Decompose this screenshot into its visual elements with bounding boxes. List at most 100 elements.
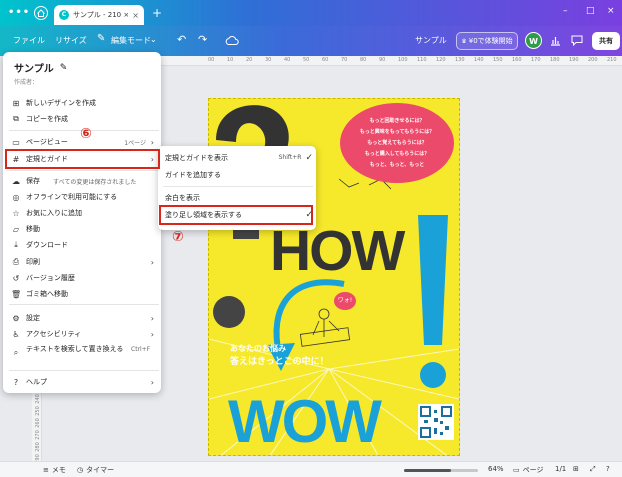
new-design-icon: ⊞ (12, 98, 20, 108)
folder-icon: ▱ (12, 224, 20, 234)
download-item[interactable]: ⤓ ダウンロード (11, 238, 156, 252)
print-label: 印刷 (26, 258, 40, 266)
cloud-check-icon: ☁ (12, 176, 20, 186)
submenu-divider (163, 186, 313, 187)
analytics-icon[interactable] (550, 35, 561, 46)
worry-line-1: あなたのお悩み (230, 344, 286, 353)
offline-item[interactable]: ◎ オフラインで利用可能にする (11, 190, 156, 204)
close-window-icon[interactable]: × (607, 6, 615, 16)
share-button[interactable]: 共有 (592, 32, 620, 50)
menu-divider (9, 170, 159, 171)
zoom-slider[interactable] (404, 469, 478, 472)
avatar[interactable]: W (525, 32, 542, 49)
timer-label: タイマー (86, 466, 115, 474)
copy-icon: ⧉ (13, 114, 19, 123)
ruler-tick-label: 90 (379, 57, 386, 63)
tab-close-icon[interactable]: × (132, 11, 139, 20)
ruler-top[interactable]: 00 10 20 30 40 50 60 70 80 90 100 110 120 130 140 150 16… (160, 56, 622, 66)
print-item[interactable]: ⎙ 印刷 › (11, 255, 156, 269)
memo-button[interactable]: ≡ メモ (43, 465, 66, 475)
bubble-line-3: もっと覚えてもらうには？ (367, 140, 427, 146)
free-trial-button[interactable]: ♛ ¥0で体験開始 (456, 32, 518, 50)
ruler-tick-label: 80 (360, 57, 367, 63)
menu-design-title[interactable]: サンプル ✎ (14, 60, 68, 76)
help-item[interactable]: ? ヘルプ › (11, 375, 156, 389)
wow-headline: WOW (228, 388, 382, 455)
move-label: 移動 (26, 225, 40, 233)
help-label: ヘルプ (26, 378, 47, 386)
save-label: 保存 (26, 177, 40, 185)
app-menu-dots-icon[interactable]: ••• (8, 7, 30, 18)
maximize-icon[interactable]: □ (586, 6, 595, 16)
chevron-down-icon: ⌄ (150, 35, 157, 44)
page-icon: ▭ (12, 137, 20, 147)
file-menu-button[interactable]: ファイル (13, 35, 45, 46)
ruler-tick-label: 240 (34, 394, 41, 404)
accessibility-item[interactable]: ♿ アクセシビリティ › (11, 327, 156, 341)
menu-divider (9, 370, 159, 371)
step-7-badge: ⑦ (172, 229, 184, 245)
settings-label: 設定 (26, 314, 40, 322)
new-design-item[interactable]: ⊞ 新しいデザインを作成 (11, 96, 156, 110)
favorite-item[interactable]: ☆ お気に入りに追加 (11, 206, 156, 220)
browser-titlebar: ••• C サンプル - 210 × 297... × + – □ × (0, 0, 622, 26)
design-name[interactable]: サンプル (415, 35, 447, 46)
memo-icon: ≡ (43, 466, 49, 474)
trash-item[interactable]: 🗑 ゴミ箱へ移動 (11, 287, 156, 301)
highlight-rulers-guides (5, 149, 160, 169)
chevron-right-icon: › (150, 329, 154, 339)
version-history-item[interactable]: ↺ バージョン履歴 (11, 271, 156, 285)
browser-tab[interactable]: C サンプル - 210 × 297... × (54, 5, 144, 25)
status-bar: ≡ メモ ◷ タイマー 64% ▭ ページ 1/1 ⊞ ⤢ ? (0, 461, 622, 477)
edit-mode-button[interactable]: 編集モード (111, 35, 151, 46)
gear-icon: ⚙ (12, 313, 20, 323)
grid-view-icon[interactable]: ⊞ (573, 465, 579, 473)
accessibility-label: アクセシビリティ (26, 330, 82, 338)
qr-code-icon (418, 404, 454, 440)
settings-item[interactable]: ⚙ 設定 › (11, 311, 156, 325)
ruler-tick-label: 270 (34, 430, 41, 440)
timer-button[interactable]: ◷ タイマー (77, 465, 114, 475)
bubble-line-2: もっと興味をもってもらうには？ (359, 129, 435, 135)
ruler-tick-label: 170 (531, 57, 541, 63)
canva-favicon-icon: C (59, 10, 69, 20)
resize-button[interactable]: リサイズ (55, 35, 87, 46)
chevron-right-icon: › (150, 257, 154, 267)
redo-icon[interactable]: ↷ (198, 33, 207, 46)
show-margins-item[interactable]: 余白を表示 (165, 191, 313, 204)
wao-badge: ワォ! (334, 292, 356, 310)
help-icon[interactable]: ? (606, 465, 610, 473)
show-rulers-label: 定規とガイドを表示 (165, 153, 228, 162)
zoom-level[interactable]: 64% (488, 465, 504, 473)
file-menu-panel: サンプル ✎ 作成者： ⊞ 新しいデザインを作成 ⧉ コピーを作成 ▭ ページビ… (3, 52, 161, 393)
design-title-text: サンプル (14, 64, 54, 75)
pencil-icon[interactable]: ✎ (60, 63, 68, 73)
ruler-tick-label: 100 (398, 57, 408, 63)
offline-label: オフラインで利用可能にする (26, 193, 118, 201)
make-copy-item[interactable]: ⧉ コピーを作成 (11, 112, 156, 126)
fullscreen-icon[interactable]: ⤢ (590, 465, 596, 474)
ruler-tick-label: 10 (227, 57, 234, 63)
minimize-icon[interactable]: – (563, 6, 568, 16)
move-item[interactable]: ▱ 移動 (11, 222, 156, 236)
new-tab-button[interactable]: + (152, 6, 162, 20)
menu-divider (9, 304, 159, 305)
show-rulers-item[interactable]: 定規とガイドを表示 Shift+R ✓ (165, 151, 313, 164)
version-history-label: バージョン履歴 (26, 274, 75, 282)
comment-icon[interactable] (571, 35, 583, 46)
pages-button[interactable]: ▭ ページ (513, 465, 544, 475)
ruler-tick-label: 50 (303, 57, 310, 63)
speech-bubble: もっと回助きせるには？ もっと興味をもってもらうには？ もっと覚えてもらうには？… (340, 103, 454, 183)
ruler-tick-label: 180 (550, 57, 560, 63)
ruler-tick-label: 00 (208, 57, 215, 63)
save-item[interactable]: ☁ 保存 すべての変更は保存されました (11, 174, 156, 188)
add-guides-item[interactable]: ガイドを追加する (165, 168, 313, 181)
download-label: ダウンロード (26, 241, 68, 249)
find-replace-item[interactable]: ⌕ テキストを検索して置き換える Ctrl+F (11, 344, 156, 366)
tab-label: サンプル - 210 × 297... (73, 11, 129, 19)
undo-icon[interactable]: ↶ (177, 33, 186, 46)
home-icon[interactable] (34, 6, 48, 20)
add-guides-label: ガイドを追加する (165, 170, 221, 179)
ruler-tick-label: 280 (34, 442, 41, 452)
printer-icon: ⎙ (12, 257, 20, 266)
